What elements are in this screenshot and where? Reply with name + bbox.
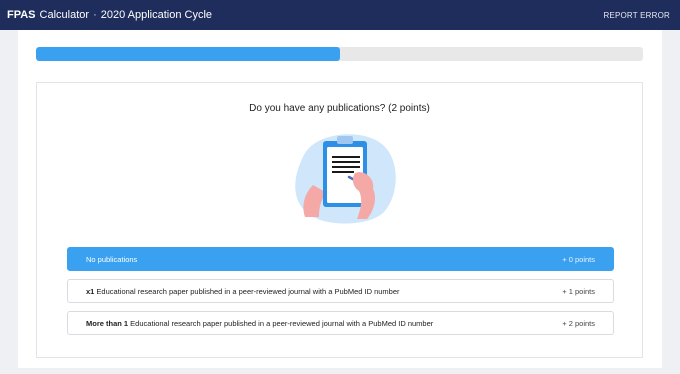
option-points: + 1 points — [562, 286, 595, 296]
report-error-link[interactable]: REPORT ERROR — [603, 11, 670, 20]
option-more-than-one-publication[interactable]: More than 1 Educational research paper p… — [67, 311, 614, 335]
top-bar: FPAS Calculator · 2020 Application Cycle… — [0, 0, 680, 30]
brand-subtitle: Calculator — [39, 9, 90, 21]
title-separator: · — [93, 9, 97, 21]
clipboard-illustration — [295, 134, 396, 224]
option-label: Educational research paper published in … — [128, 318, 434, 328]
option-label: No publications — [86, 254, 138, 264]
option-one-publication[interactable]: x1 Educational research paper published … — [67, 279, 614, 303]
option-prefix: More than 1 — [86, 318, 129, 328]
question-card: Do you have any publications? (2 points)… — [36, 82, 643, 358]
progress-bar — [36, 47, 643, 61]
option-points: + 2 points — [562, 318, 595, 328]
option-points: + 0 points — [562, 254, 595, 264]
main-panel: Do you have any publications? (2 points)… — [18, 30, 662, 368]
progress-fill — [36, 47, 340, 61]
app-title: FPAS Calculator · 2020 Application Cycle — [7, 9, 212, 21]
brand-name: FPAS — [7, 9, 36, 21]
option-label: Educational research paper published in … — [94, 286, 400, 296]
option-no-publications[interactable]: No publications + 0 points — [67, 247, 614, 271]
application-cycle: 2020 Application Cycle — [100, 9, 213, 21]
question-title: Do you have any publications? (2 points) — [249, 103, 430, 114]
